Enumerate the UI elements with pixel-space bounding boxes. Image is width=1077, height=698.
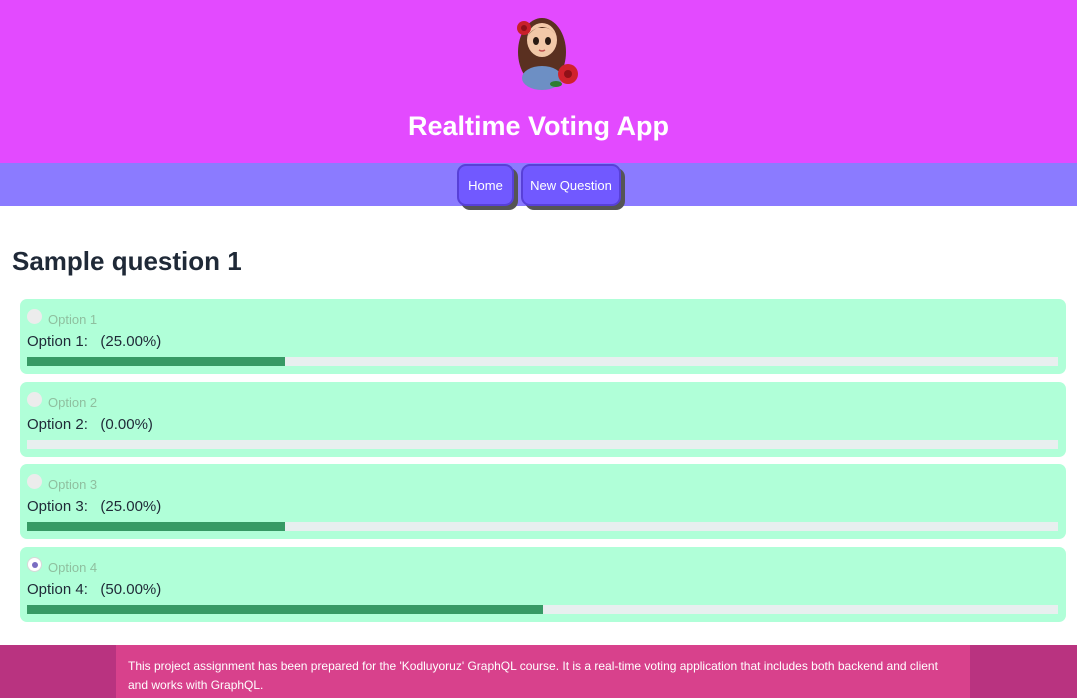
new-question-button[interactable]: New Question	[521, 164, 621, 206]
option-progress-bar	[27, 440, 1058, 449]
option-progress-fill	[27, 522, 285, 531]
app-header: Realtime Voting App	[0, 0, 1077, 163]
option-label[interactable]: Option 3	[48, 477, 97, 492]
option-2-radio[interactable]	[27, 392, 42, 407]
avatar-icon	[517, 18, 578, 90]
option-progress-fill	[27, 357, 285, 366]
option-1-radio[interactable]	[27, 309, 42, 324]
home-button[interactable]: Home	[457, 164, 514, 206]
option-label[interactable]: Option 4	[48, 560, 97, 575]
option-card[interactable]: Option 4 Option 4: (50.00%)	[20, 547, 1066, 622]
option-label[interactable]: Option 2	[48, 395, 97, 410]
option-card[interactable]: Option 3 Option 3: (25.00%)	[20, 464, 1066, 539]
option-3-radio[interactable]	[27, 474, 42, 489]
question-title: Sample question 1	[12, 246, 242, 276]
footer-text: This project assignment has been prepare…	[116, 645, 970, 698]
option-card[interactable]: Option 1 Option 1: (25.00%)	[20, 299, 1066, 374]
navbar: Home New Question	[0, 163, 1077, 206]
option-progress-fill	[27, 605, 543, 614]
option-progress-bar	[27, 522, 1058, 531]
option-progress-bar	[27, 605, 1058, 614]
option-4-radio[interactable]	[27, 557, 42, 572]
option-label[interactable]: Option 1	[48, 312, 97, 327]
option-result-text: Option 1: (25.00%)	[27, 333, 162, 350]
option-result-text: Option 2: (0.00%)	[27, 416, 153, 433]
option-card[interactable]: Option 2 Option 2: (0.00%)	[20, 382, 1066, 457]
option-result-text: Option 4: (50.00%)	[27, 581, 162, 598]
option-progress-bar	[27, 357, 1058, 366]
footer: This project assignment has been prepare…	[0, 645, 1077, 698]
app-title: Realtime Voting App	[407, 111, 669, 141]
option-result-text: Option 3: (25.00%)	[27, 498, 162, 515]
